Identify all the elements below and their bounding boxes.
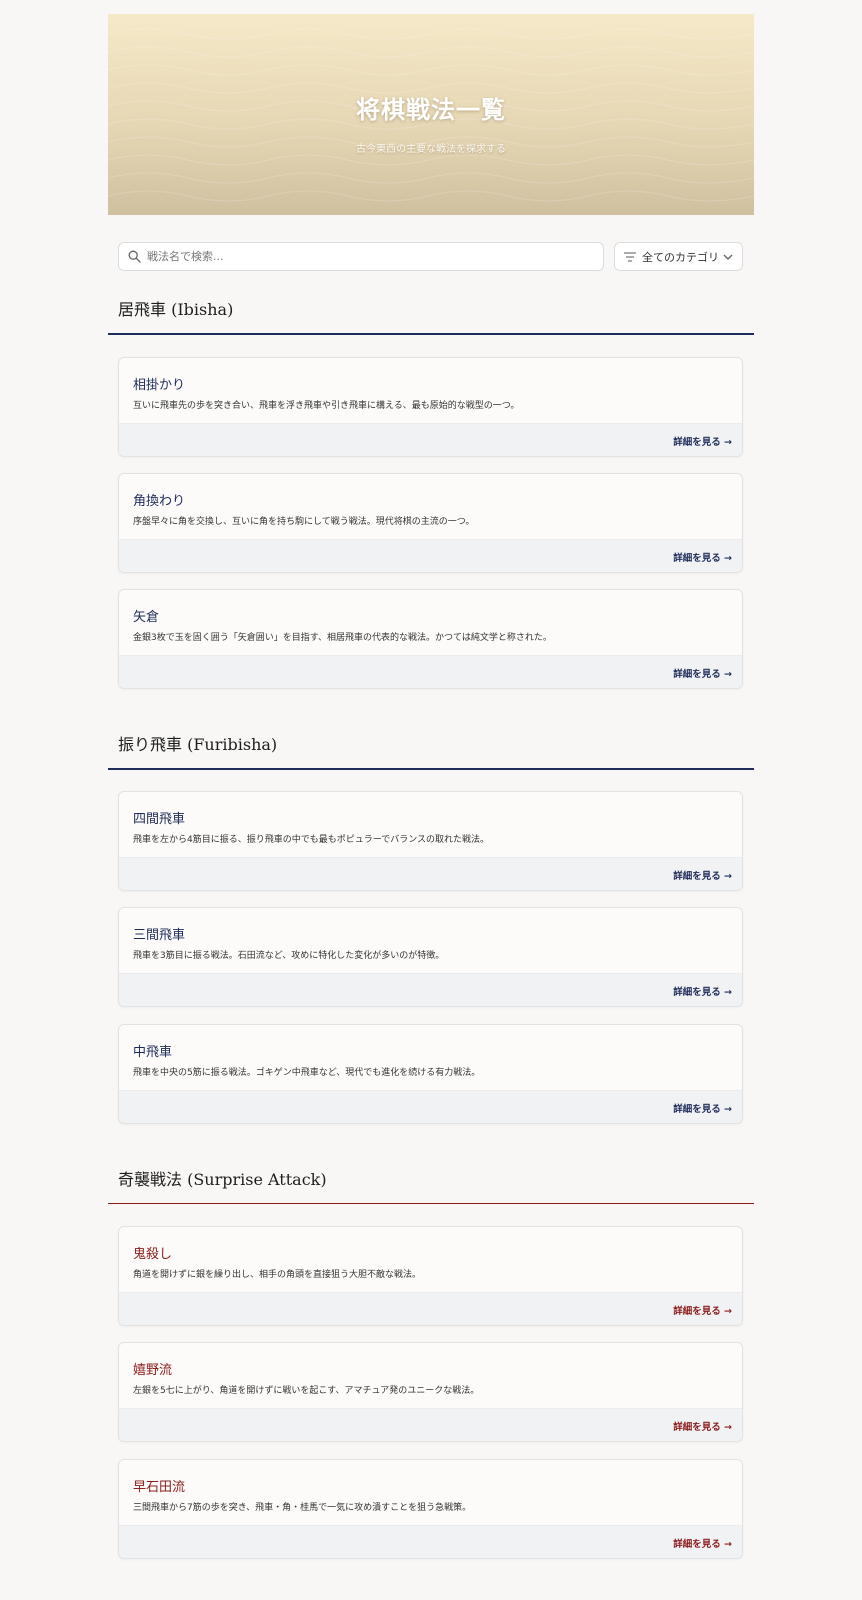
details-link[interactable]: 詳細を見る → <box>673 434 732 448</box>
details-link[interactable]: 詳細を見る → <box>673 1536 732 1550</box>
card-footer: 詳細を見る → <box>119 1408 742 1441</box>
details-link[interactable]: 詳細を見る → <box>673 984 732 998</box>
card-title: 角換わり <box>133 494 186 509</box>
section-title-ibisha: 居飛車 (Ibisha) <box>118 300 234 319</box>
details-link[interactable]: 詳細を見る → <box>673 550 732 564</box>
card-title: 四間飛車 <box>133 812 186 827</box>
card-title: 相掛かり <box>133 378 186 393</box>
details-link[interactable]: 詳細を見る → <box>673 666 732 680</box>
details-link[interactable]: 詳細を見る → <box>673 1419 732 1433</box>
card-footer: 詳細を見る → <box>119 1525 742 1558</box>
filter-icon <box>624 251 636 262</box>
search-icon <box>128 250 141 263</box>
page-title: 将棋戦法一覧 <box>356 95 506 124</box>
strategy-card: 矢倉 金銀3枚で玉を固く囲う「矢倉囲い」を目指す、相居飛車の代表的な戦法。かつて… <box>118 589 743 689</box>
card-title: 早石田流 <box>133 1480 186 1495</box>
card-footer: 詳細を見る → <box>119 1292 742 1325</box>
card-footer: 詳細を見る → <box>119 1090 742 1123</box>
strategy-card: 三間飛車 飛車を3筋目に振る戦法。石田流など、攻めに特化した変化が多いのが特徴。… <box>118 907 743 1007</box>
section-title-furibisha: 振り飛車 (Furibisha) <box>118 735 278 754</box>
card-title: 矢倉 <box>133 610 160 625</box>
card-description: 飛車を中央の5筋に振る戦法。ゴキゲン中飛車など、現代でも進化を続ける有力戦法。 <box>133 1068 481 1078</box>
card-footer: 詳細を見る → <box>119 423 742 456</box>
details-link[interactable]: 詳細を見る → <box>673 1303 732 1317</box>
strategy-card: 角換わり 序盤早々に角を交換し、互いに角を持ち駒にして戦う戦法。現代将棋の主流の… <box>118 473 743 573</box>
search-input[interactable] <box>147 243 587 270</box>
details-link[interactable]: 詳細を見る → <box>673 1101 732 1115</box>
strategy-card: 早石田流 三間飛車から7筋の歩を突き、飛車・角・桂馬で一気に攻め潰すことを狙う急… <box>118 1459 743 1559</box>
card-description: 角道を開けずに銀を繰り出し、相手の角頭を直接狙う大胆不敵な戦法。 <box>133 1270 422 1280</box>
search-box[interactable] <box>118 242 604 271</box>
card-description: 飛車を左から4筋目に振る、振り飛車の中でも最もポピュラーでバランスの取れた戦法。 <box>133 835 490 845</box>
card-description: 序盤早々に角を交換し、互いに角を持ち駒にして戦う戦法。現代将棋の主流の一つ。 <box>133 517 475 527</box>
card-description: 互いに飛車先の歩を突き合い、飛車を浮き飛車や引き飛車に構える、最も原始的な戦型の… <box>133 401 520 411</box>
card-footer: 詳細を見る → <box>119 655 742 688</box>
strategy-card: 相掛かり 互いに飛車先の歩を突き合い、飛車を浮き飛車や引き飛車に構える、最も原始… <box>118 357 743 457</box>
card-description: 左銀を5七に上がり、角道を開けずに戦いを起こす、アマチュア発のユニークな戦法。 <box>133 1386 480 1396</box>
strategy-card: 四間飛車 飛車を左から4筋目に振る、振り飛車の中でも最もポピュラーでバランスの取… <box>118 791 743 891</box>
card-footer: 詳細を見る → <box>119 857 742 890</box>
chevron-down-icon <box>723 254 733 260</box>
card-title: 中飛車 <box>133 1045 173 1060</box>
section-divider <box>108 333 754 335</box>
strategy-card: 鬼殺し 角道を開けずに銀を繰り出し、相手の角頭を直接狙う大胆不敵な戦法。 詳細を… <box>118 1226 743 1326</box>
hero-banner: 将棋戦法一覧 古今東西の主要な戦法を探求する <box>108 14 754 215</box>
strategy-card: 嬉野流 左銀を5七に上がり、角道を開けずに戦いを起こす、アマチュア発のユニークな… <box>118 1342 743 1442</box>
page-subtitle: 古今東西の主要な戦法を探求する <box>356 144 506 155</box>
section-divider <box>108 1203 754 1204</box>
card-description: 飛車を3筋目に振る戦法。石田流など、攻めに特化した変化が多いのが特徴。 <box>133 951 445 961</box>
section-divider <box>108 768 754 770</box>
category-filter-label: 全てのカテゴリ <box>642 250 719 264</box>
page: 将棋戦法一覧 古今東西の主要な戦法を探求する 全てのカテゴリ 居飛車 (Ibis… <box>0 0 862 1600</box>
card-title: 嬉野流 <box>133 1363 173 1378</box>
card-description: 金銀3枚で玉を固く囲う「矢倉囲い」を目指す、相居飛車の代表的な戦法。かつては純文… <box>133 633 552 643</box>
card-title: 三間飛車 <box>133 928 186 943</box>
strategy-card: 中飛車 飛車を中央の5筋に振る戦法。ゴキゲン中飛車など、現代でも進化を続ける有力… <box>118 1024 743 1124</box>
section-title-surprise-attack: 奇襲戦法 (Surprise Attack) <box>118 1170 327 1189</box>
details-link[interactable]: 詳細を見る → <box>673 868 732 882</box>
card-footer: 詳細を見る → <box>119 539 742 572</box>
card-title: 鬼殺し <box>133 1247 173 1262</box>
card-footer: 詳細を見る → <box>119 973 742 1006</box>
card-description: 三間飛車から7筋の歩を突き、飛車・角・桂馬で一気に攻め潰すことを狙う急戦策。 <box>133 1503 472 1513</box>
category-filter[interactable]: 全てのカテゴリ <box>614 242 743 271</box>
